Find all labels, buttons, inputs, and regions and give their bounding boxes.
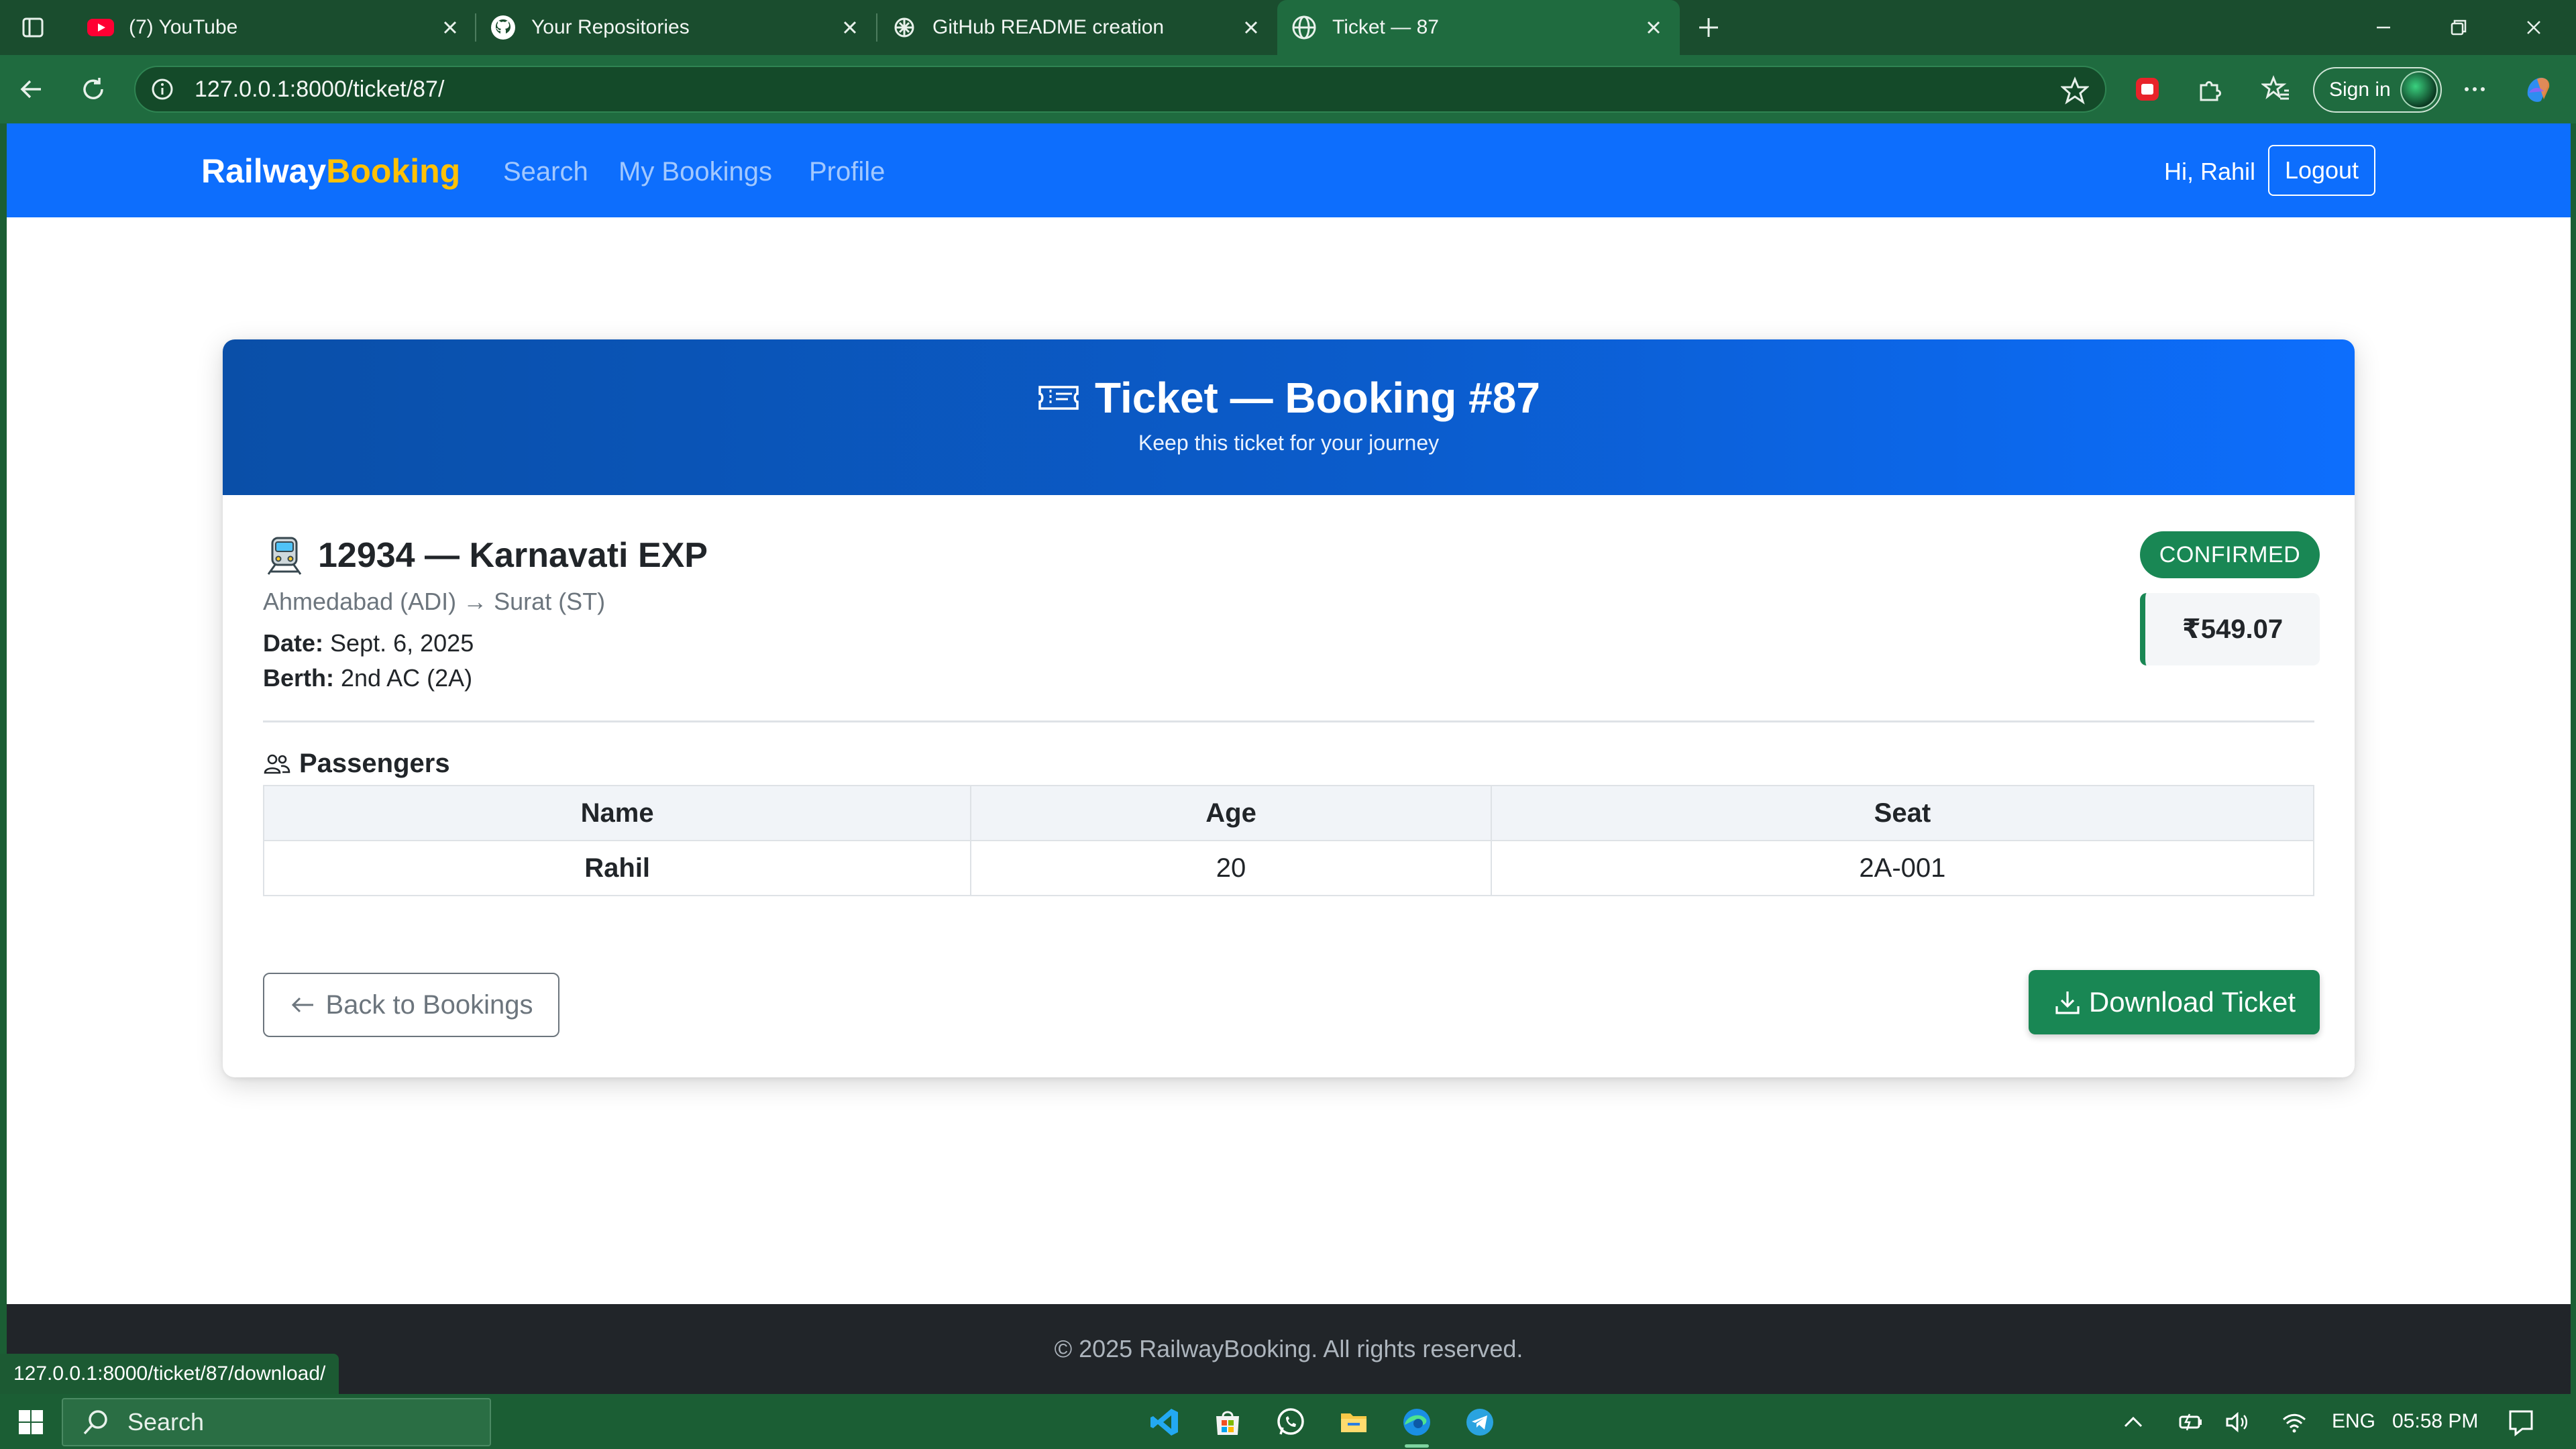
berth-class: Berth: 2nd AC (2A) xyxy=(263,664,473,692)
github-icon xyxy=(490,14,517,41)
close-tab-icon[interactable] xyxy=(1240,16,1263,39)
user-greeting: Hi, Rahil xyxy=(2164,158,2256,185)
windows-taskbar: Search ENG 05:58 PM xyxy=(0,1394,2576,1449)
page-viewport: RailwayBooking Search My Bookings Profil… xyxy=(7,123,2571,1394)
tab-your-repositories[interactable]: Your Repositories xyxy=(476,0,876,55)
tab-github-readme-creation[interactable]: GitHub README creation xyxy=(877,0,1277,55)
chatgpt-icon xyxy=(891,14,918,41)
route-text: Ahmedabad (ADI) → Surat (ST) xyxy=(263,588,606,615)
whatsapp-icon[interactable] xyxy=(1271,1402,1311,1442)
section-divider xyxy=(263,720,2314,722)
close-tab-icon[interactable] xyxy=(1642,16,1665,39)
url-text: 127.0.0.1:8000/ticket/87/ xyxy=(195,76,445,102)
taskbar-search-box[interactable]: Search xyxy=(62,1398,491,1446)
logout-button[interactable]: Logout xyxy=(2268,145,2375,196)
status-bar-url: 127.0.0.1:8000/ticket/87/download/ xyxy=(0,1354,339,1394)
column-header-age: Age xyxy=(970,785,1492,841)
column-header-seat: Seat xyxy=(1490,785,2315,841)
youtube-icon xyxy=(87,14,114,41)
reload-icon[interactable] xyxy=(74,70,113,109)
tab-youtube[interactable]: (7) YouTube xyxy=(74,0,476,55)
close-tab-icon[interactable] xyxy=(439,16,462,39)
more-options-icon[interactable] xyxy=(2455,70,2494,109)
edge-browser-icon[interactable] xyxy=(1397,1402,1437,1448)
tab-ticket-87[interactable]: Ticket — 87 xyxy=(1277,0,1680,55)
download-ticket-button[interactable]: Download Ticket xyxy=(2029,970,2320,1034)
extensions-puzzle-icon[interactable] xyxy=(2190,70,2229,109)
journey-date: Date: Sept. 6, 2025 xyxy=(263,629,474,657)
notifications-icon[interactable] xyxy=(2501,1402,2541,1442)
restore-icon[interactable] xyxy=(2435,12,2482,43)
table-row: Rahil 20 2A-001 xyxy=(262,840,2315,896)
favorites-icon[interactable] xyxy=(2257,70,2296,109)
vscode-icon[interactable] xyxy=(1144,1402,1185,1442)
globe-icon xyxy=(1291,14,1318,41)
nav-link-my-bookings[interactable]: My Bookings xyxy=(619,157,772,187)
address-bar[interactable]: 127.0.0.1:8000/ticket/87/ xyxy=(134,66,2106,113)
back-to-bookings-button[interactable]: Back to Bookings xyxy=(263,973,559,1037)
passenger-name: Rahil xyxy=(262,840,972,896)
people-icon xyxy=(263,752,299,776)
sidebar-toggle-icon[interactable] xyxy=(9,12,56,43)
ticket-card: Ticket — Booking #87 Keep this ticket fo… xyxy=(223,339,2355,1077)
minimize-icon[interactable] xyxy=(2360,12,2407,43)
tab-title: Your Repositories xyxy=(531,16,690,38)
favorite-star-icon[interactable] xyxy=(2061,76,2089,105)
search-icon xyxy=(63,1408,127,1436)
windows-start-icon[interactable] xyxy=(11,1402,51,1442)
ticket-subtitle: Keep this ticket for your journey xyxy=(1138,431,1440,455)
status-badge: CONFIRMED xyxy=(2140,531,2320,578)
tab-title: GitHub README creation xyxy=(932,16,1165,38)
tab-title: Ticket — 87 xyxy=(1332,16,1439,38)
train-heading: 12934 — Karnavati EXP xyxy=(263,534,708,577)
microsoft-store-icon[interactable] xyxy=(1208,1402,1248,1442)
fare-amount: ₹549.07 xyxy=(2140,593,2320,665)
passengers-table: Name Age Seat Rahil 20 2A-001 xyxy=(262,785,2315,896)
ticket-icon xyxy=(1037,384,1095,411)
telegram-icon[interactable] xyxy=(1460,1402,1500,1442)
nav-link-profile[interactable]: Profile xyxy=(809,157,885,187)
brand-logo[interactable]: RailwayBooking xyxy=(201,152,460,191)
profile-avatar xyxy=(2400,71,2438,109)
table-header-row: Name Age Seat xyxy=(262,785,2315,841)
system-clock[interactable]: 05:58 PM xyxy=(2392,1410,2478,1433)
sign-in-button[interactable]: Sign in xyxy=(2313,67,2442,113)
passengers-heading: Passengers xyxy=(263,749,450,779)
tab-title: (7) YouTube xyxy=(129,16,238,38)
back-arrow-icon[interactable] xyxy=(12,70,51,109)
show-hidden-icons-chevron[interactable] xyxy=(2113,1402,2153,1442)
site-navbar: RailwayBooking Search My Bookings Profil… xyxy=(7,123,2571,217)
extension-red-icon[interactable] xyxy=(2128,70,2167,109)
close-tab-icon[interactable] xyxy=(839,16,861,39)
site-footer: © 2025 RailwayBooking. All rights reserv… xyxy=(7,1304,2571,1394)
site-info-icon[interactable] xyxy=(150,77,174,101)
browser-tab-bar: (7) YouTube Your Repositories GitHub REA… xyxy=(0,0,2576,55)
new-tab-icon[interactable] xyxy=(1685,12,1732,43)
file-explorer-icon[interactable] xyxy=(1334,1402,1374,1442)
passenger-age: 20 xyxy=(970,840,1492,896)
ticket-card-header: Ticket — Booking #87 Keep this ticket fo… xyxy=(223,339,2355,495)
wifi-icon[interactable] xyxy=(2274,1402,2314,1442)
nav-link-search[interactable]: Search xyxy=(503,157,588,187)
arrow-left-icon xyxy=(289,995,316,1015)
passenger-seat: 2A-001 xyxy=(1490,840,2315,896)
ticket-title: Ticket — Booking #87 xyxy=(223,373,2355,423)
close-window-icon[interactable] xyxy=(2510,12,2557,43)
column-header-name: Name xyxy=(262,785,972,841)
language-indicator[interactable]: ENG xyxy=(2332,1410,2375,1433)
browser-toolbar: 127.0.0.1:8000/ticket/87/ Sign in xyxy=(0,55,2576,123)
download-icon xyxy=(2053,987,2089,1017)
sign-in-label: Sign in xyxy=(2329,78,2391,101)
volume-icon[interactable] xyxy=(2218,1402,2258,1442)
copilot-icon[interactable] xyxy=(2518,70,2557,109)
battery-icon[interactable] xyxy=(2171,1402,2211,1442)
train-icon xyxy=(263,534,318,577)
taskbar-search-label: Search xyxy=(127,1408,205,1436)
